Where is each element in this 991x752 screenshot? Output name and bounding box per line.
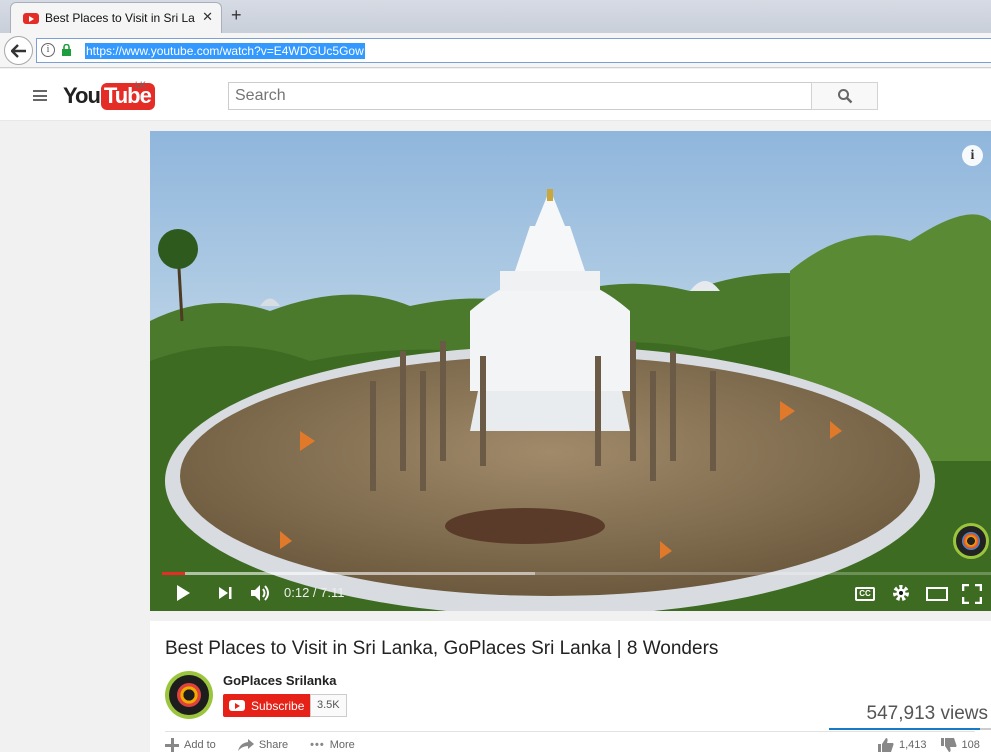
browser-tab[interactable]: Best Places to Visit in Sri Lanka, GoPla… bbox=[10, 2, 222, 33]
progress-played bbox=[162, 572, 186, 575]
country-code: LK bbox=[135, 80, 147, 90]
search-button[interactable] bbox=[811, 82, 878, 110]
video-player[interactable]: i 0:12 / 7:11 CC bbox=[150, 131, 991, 611]
subscribe-label: Subscribe bbox=[251, 698, 305, 713]
dislike-button[interactable]: 108 bbox=[940, 738, 980, 752]
share-button[interactable]: Share bbox=[237, 738, 289, 752]
site-info-icon[interactable]: i bbox=[41, 43, 55, 57]
thumbs-up-icon bbox=[878, 738, 894, 752]
more-dots-icon: ••• bbox=[310, 739, 325, 751]
lock-icon bbox=[62, 44, 71, 56]
add-to-label: Add to bbox=[184, 739, 216, 751]
youtube-play-icon bbox=[229, 700, 245, 711]
play-icon[interactable] bbox=[177, 585, 190, 601]
video-title: Best Places to Visit in Sri Lanka, GoPla… bbox=[165, 638, 719, 659]
search-icon bbox=[837, 89, 852, 104]
url-field[interactable]: i https://www.youtube.com/watch?v=E4WDGU… bbox=[36, 38, 991, 63]
youtube-logo[interactable]: You Tube LK bbox=[63, 80, 155, 111]
more-label: More bbox=[329, 739, 355, 751]
plus-icon bbox=[165, 738, 179, 752]
youtube-favicon-icon bbox=[23, 12, 39, 24]
new-tab-icon[interactable]: + bbox=[231, 5, 242, 26]
address-bar: i https://www.youtube.com/watch?v=E4WDGU… bbox=[0, 33, 991, 68]
like-button[interactable]: 1,413 bbox=[878, 738, 927, 752]
channel-watermark-icon[interactable] bbox=[953, 523, 989, 559]
search-input[interactable] bbox=[228, 82, 812, 110]
like-buttons: 1,413 108 bbox=[878, 738, 980, 752]
like-count: 1,413 bbox=[899, 739, 927, 751]
channel-name[interactable]: GoPlaces Srilanka bbox=[223, 673, 336, 688]
progress-bar[interactable] bbox=[162, 572, 991, 575]
browser-tab-bar: Best Places to Visit in Sri Lanka, GoPla… bbox=[0, 0, 991, 33]
hamburger-menu-icon[interactable] bbox=[33, 90, 47, 101]
back-button[interactable] bbox=[4, 36, 33, 65]
like-ratio-fill bbox=[829, 728, 980, 730]
video-info: Best Places to Visit in Sri Lanka, GoPla… bbox=[150, 621, 991, 752]
gear-icon[interactable] bbox=[891, 583, 911, 603]
info-card-button[interactable]: i bbox=[962, 145, 983, 166]
dislike-count: 108 bbox=[961, 739, 980, 751]
share-icon bbox=[237, 739, 254, 751]
channel-avatar[interactable] bbox=[165, 671, 213, 719]
subscriber-count: 3.5K bbox=[310, 694, 347, 717]
view-count: 547,913 views bbox=[866, 703, 988, 724]
logo-you-text: You bbox=[63, 83, 101, 108]
fullscreen-icon[interactable] bbox=[962, 584, 982, 604]
share-label: Share bbox=[258, 739, 289, 751]
youtube-header: You Tube LK bbox=[0, 69, 991, 121]
video-frame bbox=[150, 131, 991, 611]
subscribe-button[interactable]: Subscribe bbox=[223, 694, 313, 717]
tab-title: Best Places to Visit in Sri Lanka, GoPla… bbox=[45, 11, 195, 25]
progress-buffered bbox=[162, 572, 536, 575]
next-icon[interactable] bbox=[218, 586, 232, 600]
add-to-button[interactable]: Add to bbox=[165, 738, 216, 752]
captions-icon[interactable]: CC bbox=[855, 587, 875, 601]
player-controls: 0:12 / 7:11 CC bbox=[150, 577, 991, 611]
divider bbox=[165, 731, 975, 732]
close-tab-icon[interactable]: ✕ bbox=[202, 9, 213, 25]
thumbs-down-icon bbox=[940, 738, 957, 752]
arrow-left-icon bbox=[10, 43, 26, 58]
time-display: 0:12 / 7:11 bbox=[284, 585, 345, 600]
url-text[interactable]: https://www.youtube.com/watch?v=E4WDGUc5… bbox=[85, 43, 365, 59]
more-button[interactable]: ••• More bbox=[310, 738, 355, 752]
theater-mode-icon[interactable] bbox=[926, 587, 948, 601]
action-row: Add to Share ••• More bbox=[165, 738, 355, 752]
logo-tube-text: Tube bbox=[100, 82, 155, 110]
volume-icon[interactable] bbox=[250, 584, 272, 602]
like-dislike-bar bbox=[829, 728, 991, 730]
